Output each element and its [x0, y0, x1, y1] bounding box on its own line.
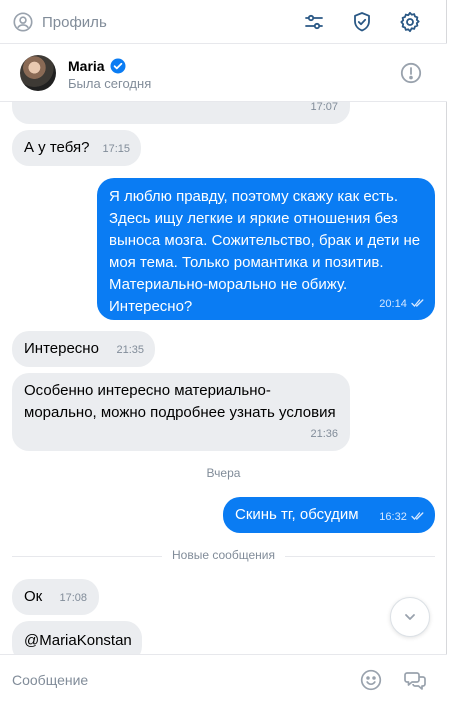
message-time: 21:35 [116, 344, 144, 356]
message-time: 17:07 [310, 102, 338, 113]
messenger-window: Профиль Maria Была сегодня 17:07 А у теб… [0, 0, 447, 705]
message-time: 21:36 [310, 428, 338, 440]
sliders-icon [305, 14, 323, 30]
info-icon[interactable] [400, 62, 422, 84]
message-text: @MariaKonstan [24, 632, 132, 649]
message-time: 17:15 [102, 143, 130, 155]
message-line: Здесь ищу легкие и яркие отношения без [109, 210, 398, 227]
chat-header: Maria Была сегодня [0, 44, 447, 102]
double-check-icon [411, 512, 424, 520]
message-bubble[interactable]: Я люблю правду, поэтому скажу как есть. … [97, 178, 435, 320]
message-line: морально, можно подробнее узнать условия [24, 404, 336, 421]
message-text: Скинь тг, обсудим [235, 506, 359, 523]
message-line: Особенно интересно материально- [24, 382, 271, 399]
chevron-down-icon [405, 614, 415, 620]
message-text: А у тебя? [24, 139, 90, 156]
message-time: 20:14 [379, 298, 407, 310]
message-bubble[interactable]: Ок 17:08 [12, 579, 99, 615]
message-bubble[interactable]: @MariaKonstan [12, 621, 142, 654]
message-text: Ок [24, 588, 43, 605]
message-meta: 16:32 [379, 505, 425, 528]
message-time: 17:08 [59, 592, 87, 604]
user-circle-icon [13, 12, 33, 32]
message-input[interactable] [12, 669, 332, 691]
message-text: Интересно [24, 340, 99, 357]
message-bubble[interactable]: 17:07 [12, 102, 350, 124]
contact-name-row[interactable]: Maria [68, 58, 126, 74]
message-line: моя тема. Только романтика и позитив. [109, 254, 384, 271]
verified-icon [110, 58, 126, 74]
new-messages-label: Новые сообщения [162, 548, 285, 562]
contact-status: Была сегодня [68, 76, 152, 91]
shield-check-icon [354, 12, 370, 32]
message-bubble[interactable]: Особенно интересно материально- морально… [12, 373, 350, 451]
profile-link[interactable]: Профиль [12, 11, 107, 33]
message-line: Интересно? [109, 298, 193, 315]
message-line: Материально-морально не обижу. [109, 276, 348, 293]
profile-label: Профиль [42, 13, 107, 31]
chat-bubbles-icon[interactable] [403, 668, 427, 692]
gear-icon [400, 11, 420, 33]
new-messages-divider: Новые сообщения [0, 548, 447, 566]
emoji-icon[interactable] [359, 668, 383, 692]
message-bubble[interactable]: Скинь тг, обсудим 16:32 [223, 497, 435, 533]
message-history[interactable]: 17:07 А у тебя? 17:15 Я люблю правду, по… [0, 102, 447, 654]
message-bubble[interactable]: А у тебя? 17:15 [12, 130, 141, 166]
double-check-icon [411, 299, 424, 307]
contact-name: Maria [68, 58, 105, 74]
message-line: выноса мозга. Сожительство, брак и дети … [109, 232, 421, 249]
message-time: 16:32 [379, 511, 407, 523]
top-bar: Профиль [0, 0, 447, 44]
privacy-button[interactable] [350, 10, 374, 34]
message-bubble[interactable]: Интересно 21:35 [12, 331, 155, 367]
message-meta: 20:14 [379, 292, 425, 315]
scroll-down-button[interactable] [390, 597, 430, 637]
message-composer [0, 654, 447, 705]
message-line: Я люблю правду, поэтому скажу как есть. [109, 188, 399, 205]
date-divider: Вчера [206, 466, 241, 480]
filter-button[interactable] [302, 10, 326, 34]
avatar[interactable] [20, 55, 56, 91]
settings-button[interactable] [398, 10, 422, 34]
